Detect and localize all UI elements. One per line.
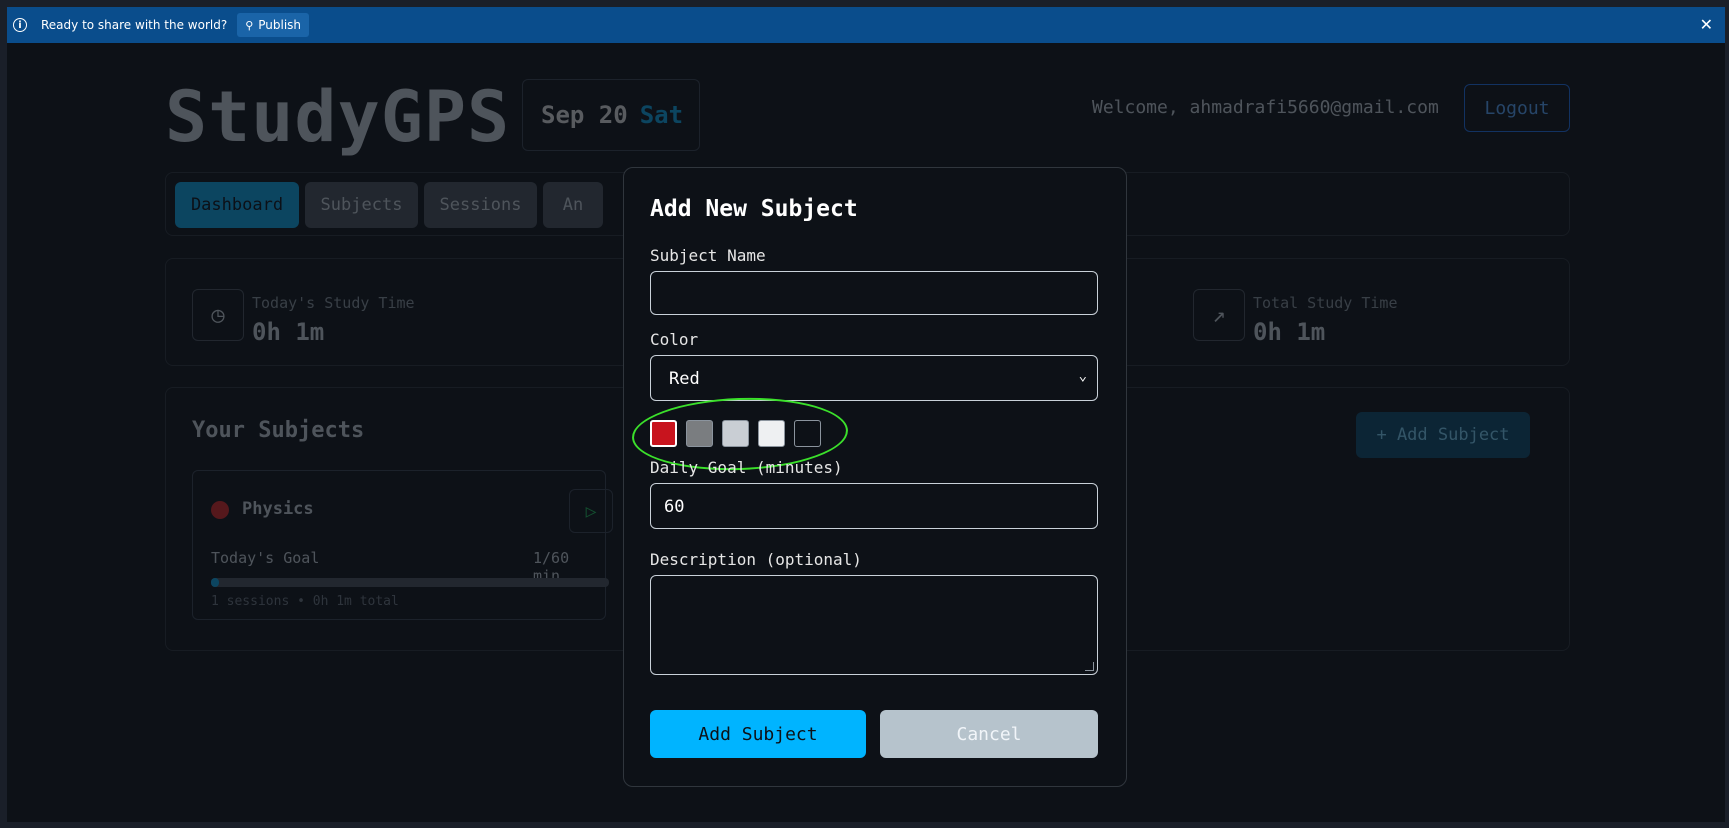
description-label: Description (optional): [650, 550, 862, 569]
add-subject-submit-button[interactable]: Add Subject: [650, 710, 866, 758]
color-swatch[interactable]: [794, 420, 821, 447]
play-icon[interactable]: ▷: [569, 489, 613, 533]
daily-goal-label: Daily Goal (minutes): [650, 458, 843, 477]
date-text: Sep 20: [541, 101, 628, 129]
clock-icon: ◷: [192, 289, 244, 341]
pin-icon: ⚲: [245, 18, 254, 32]
color-swatch[interactable]: [650, 420, 677, 447]
goal-label: Today's Goal: [211, 549, 320, 567]
banner-message: Ready to share with the world?: [41, 18, 228, 32]
publish-label: Publish: [258, 18, 302, 32]
weekday-text: Sat: [639, 101, 684, 129]
window-frame-top: [0, 0, 1729, 7]
total-study-value: 0h 1m: [1253, 318, 1326, 346]
daily-goal-value: 60: [664, 497, 685, 517]
color-swatches: [650, 420, 821, 447]
close-icon[interactable]: ✕: [1700, 15, 1713, 34]
window-frame-bottom: [0, 822, 1729, 828]
date-display: Sep 20 Sat: [522, 79, 700, 151]
trending-up-icon: ↗: [1193, 289, 1245, 341]
resize-handle-icon[interactable]: [1085, 662, 1094, 671]
tab-dashboard[interactable]: Dashboard: [175, 182, 299, 228]
add-subject-button[interactable]: + Add Subject: [1356, 412, 1530, 458]
subject-name-label: Subject Name: [650, 246, 766, 265]
today-study-value: 0h 1m: [252, 318, 325, 346]
publish-button[interactable]: ⚲ Publish: [237, 13, 310, 37]
window-frame-right: [1725, 0, 1729, 828]
color-select[interactable]: Red ⌄: [650, 355, 1098, 401]
app-logo: StudyGPS: [165, 76, 511, 158]
daily-goal-input[interactable]: 60: [650, 483, 1098, 529]
info-icon: i: [13, 18, 27, 32]
color-swatch[interactable]: [758, 420, 785, 447]
cancel-button[interactable]: Cancel: [880, 710, 1098, 758]
color-swatch[interactable]: [686, 420, 713, 447]
subject-color-dot: [211, 501, 229, 519]
welcome-text: Welcome, ahmadrafi5660@gmail.com: [1092, 97, 1439, 118]
goal-progress-bar: [211, 578, 609, 587]
total-study-label: Total Study Time: [1253, 294, 1398, 312]
tab-sessions[interactable]: Sessions: [424, 182, 537, 228]
tab-analytics[interactable]: An: [543, 182, 603, 228]
subjects-title: Your Subjects: [192, 418, 365, 443]
publish-banner: i Ready to share with the world? ⚲ Publi…: [7, 7, 1725, 43]
subject-card[interactable]: Physics ▷ Today's Goal 1/60 min 1 sessio…: [192, 470, 613, 620]
logout-button[interactable]: Logout: [1464, 84, 1570, 132]
color-swatch[interactable]: [722, 420, 749, 447]
today-study-label: Today's Study Time: [252, 294, 415, 312]
add-subject-modal: Add New Subject Subject Name Color Red ⌄…: [623, 167, 1127, 787]
description-textarea[interactable]: [650, 575, 1098, 675]
subject-meta: 1 sessions • 0h 1m total: [211, 594, 399, 609]
window-frame-left: [0, 0, 7, 828]
modal-title: Add New Subject: [650, 196, 858, 222]
chevron-down-icon: ⌄: [1078, 368, 1087, 384]
app-background: StudyGPS Sep 20 Sat Welcome, ahmadrafi56…: [7, 43, 1725, 822]
goal-progress-fill: [211, 578, 219, 587]
tab-subjects[interactable]: Subjects: [305, 182, 418, 228]
subject-name-input[interactable]: [650, 271, 1098, 315]
subject-name: Physics: [242, 499, 314, 519]
color-label: Color: [650, 330, 699, 349]
color-select-value: Red: [669, 369, 700, 389]
